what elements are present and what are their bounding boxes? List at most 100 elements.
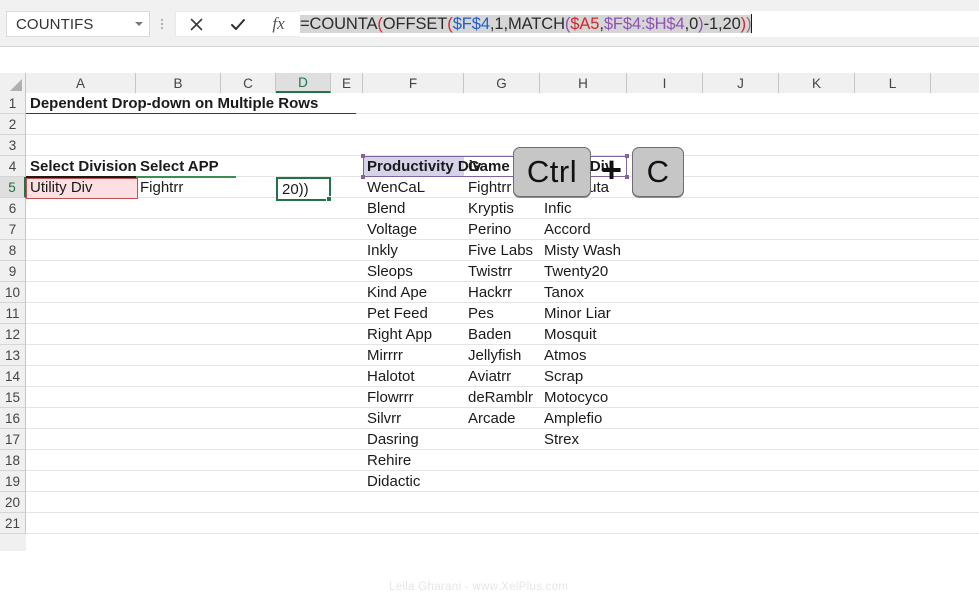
cell-value: Utility Div	[30, 179, 93, 196]
column-header-label: C	[243, 75, 253, 91]
close-icon[interactable]	[176, 11, 217, 37]
cell[interactable]: Twistrr	[464, 261, 512, 282]
cell[interactable]: Scrap	[540, 366, 583, 387]
row-header-label: 15	[4, 389, 21, 405]
cell-value: Aviatrr	[468, 368, 512, 385]
cell[interactable]: Fightrr	[464, 177, 511, 198]
cell[interactable]: Infic	[540, 198, 572, 219]
column-header-i[interactable]: I	[627, 73, 703, 93]
cell[interactable]: Five Labs	[464, 240, 533, 261]
cell[interactable]: Pet Feed	[363, 303, 428, 324]
cell[interactable]: Fightrr	[136, 177, 183, 198]
cell[interactable]: Arcade	[464, 408, 516, 429]
fill-handle[interactable]	[326, 196, 332, 202]
cell[interactable]: Pes	[464, 303, 494, 324]
cell[interactable]: Voltage	[363, 219, 417, 240]
cell[interactable]: Inkly	[363, 240, 398, 261]
row-header-6[interactable]: 6	[0, 198, 26, 219]
cell[interactable]: Sleops	[363, 261, 413, 282]
chevron-down-icon[interactable]	[129, 12, 149, 36]
row-header-15[interactable]: 15	[0, 387, 26, 408]
cell[interactable]: Accord	[540, 219, 591, 240]
cell[interactable]: WenCaL	[363, 177, 425, 198]
cell[interactable]: Rehire	[363, 450, 411, 471]
row-header-4[interactable]: 4	[0, 156, 26, 177]
cell[interactable]: Perino	[464, 219, 511, 240]
cell[interactable]: Right App	[363, 324, 432, 345]
cell[interactable]: Blend	[363, 198, 405, 219]
row-header-1[interactable]: 1	[0, 93, 26, 114]
row-header-10[interactable]: 10	[0, 282, 26, 303]
column-header-blank[interactable]	[931, 73, 979, 93]
cell[interactable]: Strex	[540, 429, 579, 450]
cell[interactable]: Motocyco	[540, 387, 608, 408]
row-header-17[interactable]: 17	[0, 429, 26, 450]
cell[interactable]: Misty Wash	[540, 240, 621, 261]
column-header-c[interactable]: C	[221, 73, 276, 93]
row-header-9[interactable]: 9	[0, 261, 26, 282]
row-header-13[interactable]: 13	[0, 345, 26, 366]
row-header-14[interactable]: 14	[0, 366, 26, 387]
active-cell-value: 20))	[282, 180, 309, 198]
check-icon[interactable]	[217, 11, 258, 37]
cell[interactable]: Flowrrr	[363, 387, 414, 408]
cell[interactable]: Kind Ape	[363, 282, 427, 303]
column-header-j[interactable]: J	[703, 73, 779, 93]
cell[interactable]: Mosquit	[540, 324, 597, 345]
cell[interactable]: Amplefio	[540, 408, 602, 429]
row-header-7[interactable]: 7	[0, 219, 26, 240]
column-header-d[interactable]: D	[276, 73, 331, 93]
row-header-8[interactable]: 8	[0, 240, 26, 261]
row-header-5[interactable]: 5	[0, 177, 26, 198]
name-box[interactable]: COUNTIFS	[6, 11, 150, 37]
cell[interactable]: Hackrr	[464, 282, 512, 303]
cell[interactable]: Twenty20	[540, 261, 608, 282]
cell[interactable]: Jellyfish	[464, 345, 521, 366]
cell[interactable]: Halotot	[363, 366, 415, 387]
cell[interactable]: Atmos	[540, 345, 587, 366]
cell[interactable]: Silvrr	[363, 408, 401, 429]
row-header-3[interactable]: 3	[0, 135, 26, 156]
row-header-21[interactable]: 21	[0, 513, 26, 534]
column-header-h[interactable]: H	[540, 73, 627, 93]
cell[interactable]: Minor Liar	[540, 303, 611, 324]
active-cell-d5[interactable]: 20))	[276, 177, 332, 202]
row-header-2[interactable]: 2	[0, 114, 26, 135]
cell[interactable]: Select APP	[136, 156, 219, 177]
formula-input[interactable]: =COUNTA(OFFSET($F$4,1,MATCH($A5,$F$4:$H$…	[300, 11, 979, 37]
cell-value: Voltage	[367, 221, 418, 238]
cell[interactable]: Kryptis	[464, 198, 514, 219]
cell[interactable]: Select Division	[26, 156, 137, 177]
cell[interactable]: Baden	[464, 324, 511, 345]
row-header-16[interactable]: 16	[0, 408, 26, 429]
column-header-k[interactable]: K	[779, 73, 855, 93]
row-header-19[interactable]: 19	[0, 471, 26, 492]
column-header-a[interactable]: A	[26, 73, 136, 93]
row-gridline	[26, 470, 979, 471]
column-header-g[interactable]: G	[464, 73, 540, 93]
keycap-c-label: C	[646, 154, 670, 189]
cell[interactable]: Aviatrr	[464, 366, 511, 387]
range-handle[interactable]	[361, 175, 365, 179]
cell-value: Flowrrr	[367, 389, 414, 406]
column-header-b[interactable]: B	[136, 73, 221, 93]
row-gridline	[26, 449, 979, 450]
column-header-f[interactable]: F	[363, 73, 464, 93]
cell[interactable]: Didactic	[363, 471, 420, 492]
row-header-12[interactable]: 12	[0, 324, 26, 345]
cell[interactable]: deRamblr	[464, 387, 533, 408]
cell[interactable]: Dasring	[363, 429, 419, 450]
row-header-11[interactable]: 11	[0, 303, 26, 324]
cell[interactable]: Mirrrr	[363, 345, 403, 366]
row-header-20[interactable]: 20	[0, 492, 26, 513]
column-header-l[interactable]: L	[855, 73, 931, 93]
cell[interactable]: Utility Div	[26, 177, 93, 198]
select-all-corner[interactable]	[0, 73, 26, 93]
column-header-e[interactable]: E	[331, 73, 363, 93]
cell[interactable]: Dependent Drop-down on Multiple Rows	[26, 93, 318, 114]
insert-function-icon[interactable]: fx	[258, 11, 299, 37]
range-handle[interactable]	[361, 154, 365, 158]
cell-value: Accord	[544, 221, 591, 238]
cell[interactable]: Tanox	[540, 282, 584, 303]
row-header-18[interactable]: 18	[0, 450, 26, 471]
